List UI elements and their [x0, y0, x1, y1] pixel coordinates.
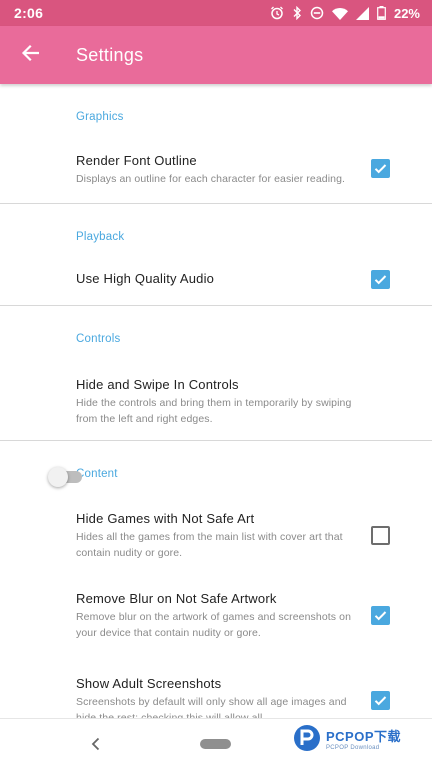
setting-high-quality-audio[interactable]: Use High Quality Audio	[0, 252, 432, 289]
setting-title: Hide and Swipe In Controls	[76, 377, 239, 392]
setting-hide-not-safe-games[interactable]: Hide Games with Not Safe Art Hides all t…	[0, 489, 432, 573]
nav-home-pill[interactable]	[200, 739, 231, 749]
show-adult-screenshots-checkbox[interactable]	[371, 691, 390, 710]
watermark-main: PCPOP下载	[326, 728, 402, 744]
setting-title: Render Font Outline	[76, 153, 197, 168]
setting-description: Displays an outline for each character f…	[76, 173, 346, 185]
hide-not-safe-games-checkbox[interactable]	[371, 526, 390, 545]
setting-title: Show Adult Screenshots	[76, 676, 222, 691]
check-icon	[374, 275, 387, 285]
section-graphics: Graphics Render Font Outline Displays an…	[0, 84, 432, 204]
remove-blur-checkbox[interactable]	[371, 606, 390, 625]
setting-description: Hides all the games from the main list w…	[76, 531, 343, 559]
high-quality-audio-checkbox[interactable]	[371, 270, 390, 289]
watermark-sub: PCPOP Download	[326, 744, 380, 751]
arrow-left-icon	[21, 44, 40, 67]
setting-description: Hide the controls and bring them in temp…	[76, 397, 352, 425]
nav-back-icon[interactable]	[86, 733, 106, 755]
page-title: Settings	[76, 44, 144, 65]
watermark-text: PCPOP下载 PCPOP Download	[326, 730, 401, 751]
bluetooth-icon	[292, 6, 302, 20]
switch-thumb	[48, 467, 68, 487]
setting-title: Use High Quality Audio	[76, 271, 215, 286]
battery-percent: 22%	[393, 5, 420, 21]
setting-title: Hide Games with Not Safe Art	[76, 511, 255, 526]
render-font-outline-checkbox[interactable]	[371, 159, 390, 178]
do-not-disturb-icon	[310, 6, 324, 20]
status-icons: 22%	[270, 6, 420, 21]
setting-render-font-outline[interactable]: Render Font Outline Displays an outline …	[0, 132, 432, 187]
status-time: 2:06	[14, 5, 44, 21]
setting-description: Screenshots by default will only show al…	[76, 696, 347, 718]
watermark: PCPOP下载 PCPOP Download	[292, 720, 428, 760]
setting-remove-blur[interactable]: Remove Blur on Not Safe Artwork Remove b…	[0, 573, 432, 657]
check-icon	[374, 696, 387, 706]
section-playback: Playback Use High Quality Audio	[0, 204, 432, 306]
status-bar: 2:06 22%	[0, 0, 432, 26]
section-header-playback: Playback	[76, 231, 125, 243]
back-button[interactable]	[0, 26, 60, 84]
hide-swipe-controls-switch[interactable]	[48, 465, 84, 487]
check-icon	[374, 611, 387, 621]
setting-hide-swipe-controls[interactable]: Hide and Swipe In Controls Hide the cont…	[0, 354, 432, 487]
section-controls: Controls Hide and Swipe In Controls Hide…	[0, 306, 432, 487]
check-icon	[374, 164, 387, 174]
section-header-controls: Controls	[76, 333, 121, 345]
setting-description: Remove blur on the artwork of games and …	[76, 611, 352, 639]
alarm-icon	[270, 6, 284, 20]
signal-icon	[355, 6, 369, 20]
setting-show-adult-screenshots[interactable]: Show Adult Screenshots Screenshots by de…	[0, 657, 432, 718]
watermark-logo-icon	[292, 723, 322, 758]
section-header-graphics: Graphics	[76, 111, 124, 123]
settings-list[interactable]: Graphics Render Font Outline Displays an…	[0, 84, 432, 718]
setting-title: Remove Blur on Not Safe Artwork	[76, 591, 277, 606]
battery-icon	[377, 6, 386, 20]
wifi-icon	[331, 7, 348, 20]
app-bar: Settings	[0, 26, 432, 84]
